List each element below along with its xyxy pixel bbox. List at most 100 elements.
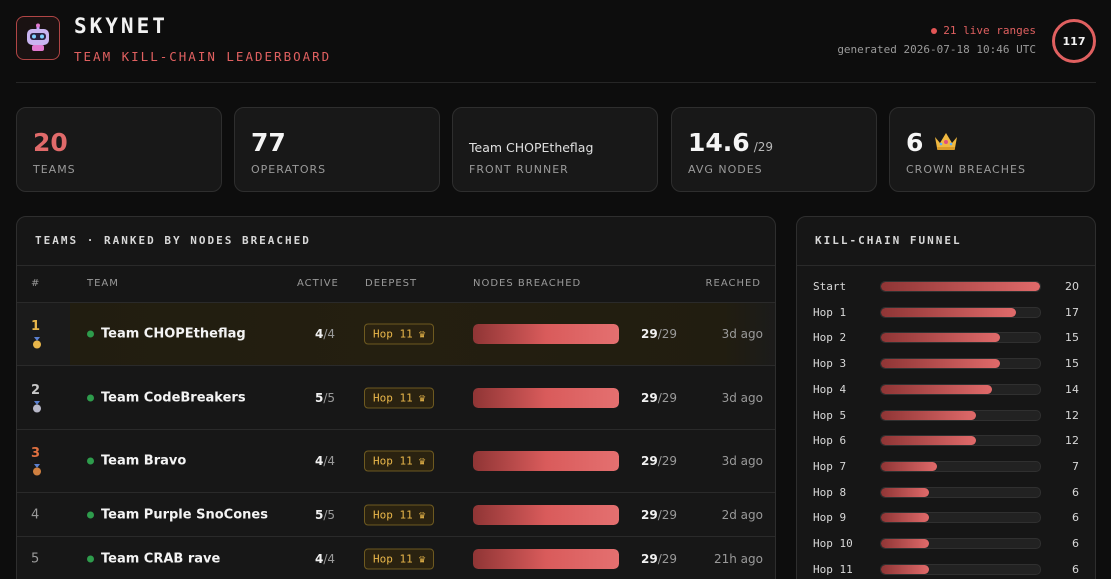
team-name-cell: Team CRAB rave bbox=[87, 552, 220, 567]
funnel-stage-label: Hop 1 bbox=[813, 305, 847, 319]
funnel-stage-bar bbox=[880, 383, 1041, 395]
app-subtitle: TEAM KILL-CHAIN LEADERBOARD bbox=[74, 49, 332, 64]
app-title: SKYNET bbox=[74, 14, 168, 38]
table-row[interactable]: 5 Team CRAB rave 4/4 Hop 11 ♛ 29/29 21h a… bbox=[17, 536, 775, 579]
crown-icon bbox=[933, 128, 959, 157]
progress-fill bbox=[473, 324, 619, 344]
deepest-hop-badge: Hop 11 ♛ bbox=[364, 548, 435, 570]
rank-cell: 4 bbox=[31, 507, 61, 522]
team-name[interactable]: Team CodeBreakers bbox=[101, 390, 246, 405]
active-total: /5 bbox=[323, 507, 336, 522]
col-header-rank[interactable]: # bbox=[31, 278, 40, 289]
panel-divider bbox=[797, 265, 1095, 266]
col-header-nodes-breached[interactable]: NODES BREACHED bbox=[473, 278, 581, 289]
active-count: 5/5 bbox=[315, 391, 335, 405]
header: SKYNET TEAM KILL-CHAIN LEADERBOARD 21 li… bbox=[16, 14, 1096, 78]
stat-value: 14.6 bbox=[688, 128, 750, 157]
teams-panel-title: TEAMS · RANKED BY NODES BREACHED bbox=[35, 234, 311, 247]
rank-number: 1 bbox=[31, 319, 41, 334]
funnel-stage-fill bbox=[881, 333, 1001, 343]
col-header-active[interactable]: ACTIVE bbox=[297, 278, 339, 289]
funnel-stage-count: 6 bbox=[1072, 485, 1079, 499]
funnel-stage-label: Hop 3 bbox=[813, 357, 847, 371]
reached-time: 21h ago bbox=[713, 552, 763, 566]
deepest-hop: Hop 11 bbox=[373, 391, 413, 404]
funnel-stage-bar bbox=[880, 435, 1041, 447]
team-name[interactable]: Team CRAB rave bbox=[101, 552, 220, 567]
funnel-stage-fill bbox=[881, 359, 1001, 369]
funnel-stage-bar bbox=[880, 460, 1041, 472]
funnel-stage-fill bbox=[881, 436, 977, 446]
team-name-cell: Team Bravo bbox=[87, 454, 186, 469]
team-name[interactable]: Team CHOPEtheflag bbox=[101, 327, 246, 342]
team-name[interactable]: Team Purple SnoCones bbox=[101, 507, 268, 522]
stat-label: AVG NODES bbox=[688, 163, 763, 176]
active-total: /4 bbox=[323, 454, 336, 468]
funnel-stage-bar bbox=[880, 306, 1041, 318]
funnel-stage-fill bbox=[881, 539, 929, 548]
funnel-stage-fill bbox=[881, 513, 929, 523]
col-header-reached[interactable]: REACHED bbox=[706, 278, 761, 289]
rank-number: 2 bbox=[31, 382, 41, 398]
online-status-icon bbox=[87, 511, 94, 518]
nodes-value: 29 bbox=[641, 552, 658, 566]
funnel-stage-count: 15 bbox=[1065, 331, 1079, 345]
active-total: /4 bbox=[323, 552, 336, 566]
nodes-value: 29 bbox=[641, 327, 658, 341]
table-row[interactable]: 3 Team Bravo 4/4 Hop 11 ♛ 29/29 3d ago bbox=[17, 429, 775, 492]
team-name-cell: Team CHOPEtheflag bbox=[87, 327, 246, 342]
funnel-stage-count: 6 bbox=[1072, 511, 1079, 525]
rank-number: 5 bbox=[31, 551, 40, 567]
nodes-total: /29 bbox=[657, 454, 678, 468]
live-ranges-indicator: 21 live ranges bbox=[931, 24, 1036, 37]
funnel-stage-fill bbox=[881, 564, 929, 574]
online-status-icon bbox=[87, 555, 94, 563]
stat-card-operators: 77 OPERATORS bbox=[234, 107, 440, 192]
nodes-count: 29/29 bbox=[641, 391, 677, 405]
stat-card-teams: 20 TEAMS bbox=[16, 107, 222, 192]
team-name-cell: Team CodeBreakers bbox=[87, 390, 246, 405]
active-count: 4/4 bbox=[315, 552, 335, 566]
crown-icon: ♛ bbox=[418, 454, 426, 468]
col-header-deepest[interactable]: DEEPEST bbox=[365, 278, 417, 289]
funnel-panel-title: KILL-CHAIN FUNNEL bbox=[815, 234, 962, 247]
rank-cell: 3 bbox=[31, 446, 61, 476]
teams-panel: TEAMS · RANKED BY NODES BREACHED # TEAM … bbox=[16, 216, 776, 579]
nodes-count: 29/29 bbox=[641, 508, 677, 522]
reached-time: 3d ago bbox=[721, 327, 763, 341]
nodes-progress-bar bbox=[473, 324, 619, 344]
table-row[interactable]: 2 Team CodeBreakers 5/5 Hop 11 ♛ 29/29 3d… bbox=[17, 365, 775, 429]
funnel-stage-label: Hop 10 bbox=[813, 537, 853, 550]
rank-number: 3 bbox=[31, 446, 41, 461]
nodes-value: 29 bbox=[641, 390, 658, 405]
funnel-stage-fill bbox=[881, 410, 977, 420]
table-row[interactable]: 1 Team CHOPEtheflag 4/4 Hop 11 ♛ 29/29 3d… bbox=[17, 302, 775, 365]
stat-card-avg-nodes: 14.6 /29 AVG NODES bbox=[671, 107, 877, 192]
nodes-total: /29 bbox=[657, 390, 678, 405]
deepest-hop-badge: Hop 11 ♛ bbox=[364, 323, 435, 345]
crown-icon: ♛ bbox=[418, 391, 426, 404]
team-name[interactable]: Team Bravo bbox=[101, 454, 186, 469]
stat-value: 6 bbox=[906, 128, 924, 157]
reached-time: 3d ago bbox=[721, 454, 763, 468]
funnel-stage-bar bbox=[880, 358, 1041, 370]
col-header-team[interactable]: TEAM bbox=[87, 278, 119, 289]
deepest-hop: Hop 11 bbox=[373, 454, 413, 468]
funnel-stage-bar bbox=[880, 409, 1041, 421]
deepest-hop-badge: Hop 11 ♛ bbox=[364, 450, 435, 472]
team-name-cell: Team Purple SnoCones bbox=[87, 507, 268, 522]
reached-time: 3d ago bbox=[721, 390, 763, 405]
crown-icon: ♛ bbox=[418, 552, 426, 566]
online-status-icon bbox=[87, 394, 94, 401]
funnel-stage-count: 15 bbox=[1065, 357, 1079, 371]
nodes-count: 29/29 bbox=[641, 552, 677, 566]
funnel-stage-count: 17 bbox=[1065, 305, 1079, 319]
table-row[interactable]: 4 Team Purple SnoCones 5/5 Hop 11 ♛ 29/29… bbox=[17, 492, 775, 536]
funnel-stage-label: Hop 2 bbox=[813, 331, 847, 345]
funnel-stage-count: 6 bbox=[1072, 562, 1079, 576]
generated-timestamp: generated 2026-07-18 10:46 UTC bbox=[837, 43, 1036, 56]
funnel-stage-label: Hop 6 bbox=[813, 434, 847, 448]
funnel-stage-fill bbox=[881, 384, 993, 394]
progress-fill bbox=[473, 451, 619, 471]
funnel-stage-count: 7 bbox=[1072, 459, 1079, 473]
